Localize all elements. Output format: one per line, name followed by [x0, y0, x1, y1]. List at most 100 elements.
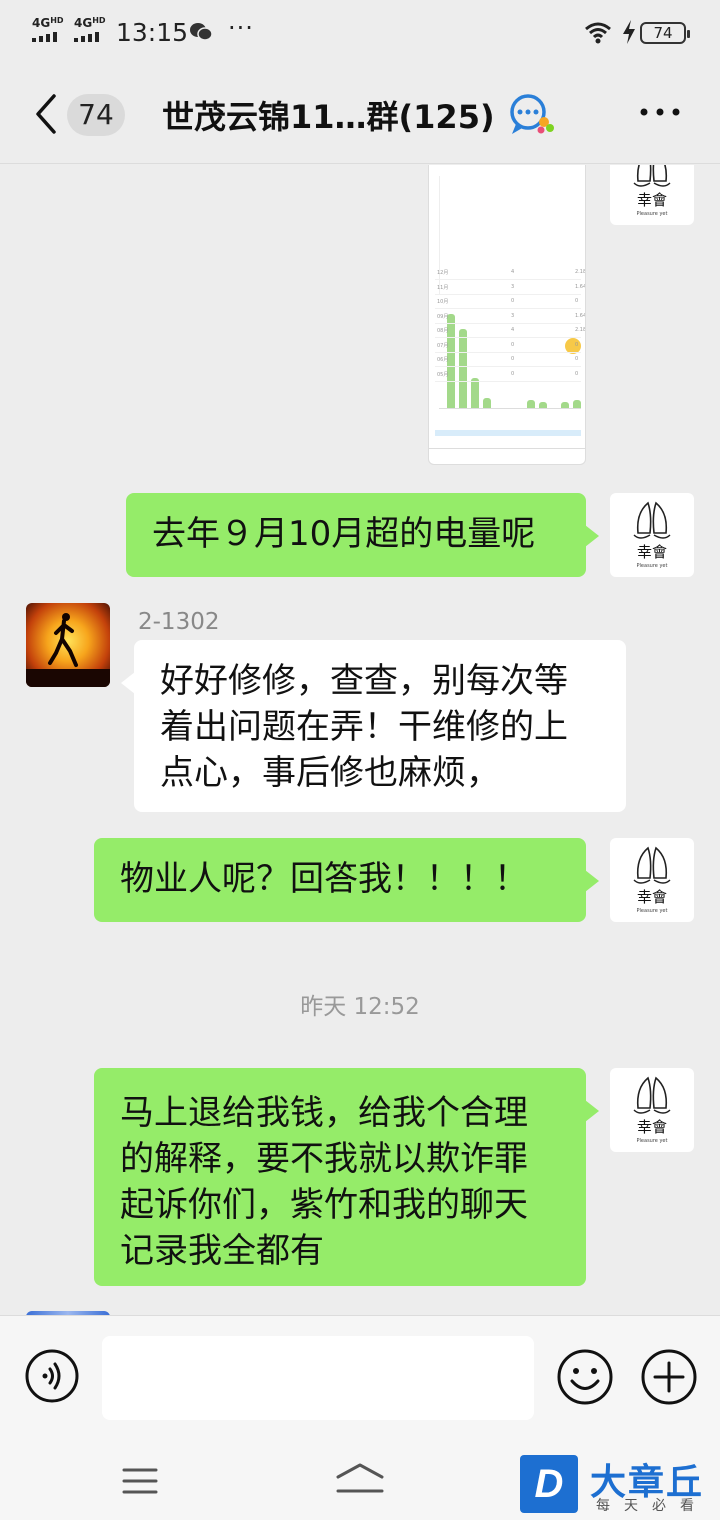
- image-table-row: 06月 0 0: [435, 353, 581, 367]
- message-bubble-self[interactable]: 去年９月10月超的电量呢: [126, 493, 599, 577]
- praying-hands-avatar-icon: 幸會 Pleasure yet: [633, 501, 671, 569]
- chat-input-bar: [0, 1315, 720, 1437]
- svg-text:Pleasure yet: Pleasure yet: [637, 563, 668, 569]
- signal-2-sup: HD: [92, 16, 106, 25]
- runner-sunset-avatar-icon: [26, 603, 110, 687]
- image-table-row: 05月 0 0: [435, 368, 581, 382]
- svg-text:幸會: 幸會: [637, 1118, 667, 1136]
- group-chat-icon[interactable]: [506, 92, 558, 138]
- self-avatar[interactable]: 幸會 Pleasure yet: [610, 493, 694, 577]
- image-table-cell: 3: [511, 283, 515, 290]
- image-table-cell: 3: [511, 312, 515, 319]
- unread-count-badge[interactable]: 74: [67, 94, 125, 136]
- system-nav-bar: D 大章丘 每天必看: [0, 1437, 720, 1520]
- message-timestamp: 昨天 12:52: [300, 994, 420, 1020]
- praying-hands-avatar-icon: 幸會 Pleasure yet: [633, 165, 671, 217]
- sender-name: 2-1302: [138, 609, 220, 635]
- signal-indicator-1: 4GHD: [32, 16, 64, 42]
- image-table-cell: 0: [511, 298, 515, 304]
- image-table-cell: 09月: [437, 313, 449, 320]
- image-chart-bar: [483, 398, 491, 408]
- praying-hands-avatar-icon: 幸會 Pleasure yet: [633, 846, 671, 914]
- watermark-logo: D 大章丘 每天必看: [520, 1455, 720, 1520]
- image-table-cell: 4: [511, 327, 515, 333]
- message-bubble-self[interactable]: 马上退给我钱，给我个合理的解释，要不我就以欺诈罪起诉你们，紫竹和我的聊天记录我全…: [94, 1068, 599, 1286]
- image-table-cell: 11月: [437, 284, 449, 291]
- plus-icon[interactable]: [640, 1348, 698, 1406]
- image-table-cell: 0: [575, 370, 579, 377]
- svg-text:Pleasure yet: Pleasure yet: [637, 1138, 668, 1144]
- more-icon[interactable]: [638, 100, 682, 124]
- signal-bars-icon: [74, 32, 104, 42]
- message-text: 马上退给我钱，给我个合理的解释，要不我就以欺诈罪起诉你们，紫竹和我的聊天记录我全…: [120, 1093, 528, 1271]
- watermark-badge: D: [520, 1455, 578, 1513]
- svg-text:幸會: 幸會: [637, 191, 667, 209]
- charging-icon: [623, 20, 635, 44]
- image-table-cell: 0: [511, 370, 515, 377]
- message-input[interactable]: [102, 1336, 534, 1420]
- home-icon[interactable]: [334, 1461, 386, 1497]
- message-text: 好好修修，查查，别每次等着出问题在弄！干维修的上点心，事后修也麻烦，: [160, 661, 568, 793]
- image-table-cell: 07月: [437, 342, 449, 349]
- image-table-row: 07月 0 0: [435, 339, 581, 353]
- image-table-cell: 0: [575, 341, 579, 348]
- image-table-cell: 0: [511, 356, 515, 362]
- battery-level: 74: [653, 24, 673, 42]
- chat-header: 74 世茂云锦11…群(125): [0, 64, 720, 164]
- image-table-cell: 05月: [437, 371, 449, 378]
- image-table-cell: 2.18: [575, 327, 586, 333]
- image-table-cell: 1.64: [575, 283, 586, 290]
- image-table-cell: 10月: [437, 299, 449, 305]
- self-avatar[interactable]: 幸會 Pleasure yet: [610, 165, 694, 225]
- image-table-row: 09月 3 1.64: [435, 310, 585, 324]
- voice-icon[interactable]: [24, 1348, 80, 1404]
- battery-icon: 74: [640, 22, 690, 44]
- chat-title: 世茂云锦11…群(125): [162, 98, 495, 136]
- signal-1-sup: HD: [50, 16, 64, 25]
- image-table-cell: 4: [511, 269, 515, 275]
- image-table-cell: 1.64: [575, 312, 586, 319]
- image-message[interactable]: 12月 4 2.18 11月 3 1.64 10月 0 0 09月 3 1.64 08月 4 2.18 07月…: [428, 165, 586, 465]
- image-table-cell: 0: [511, 341, 515, 348]
- signal-1-label: 4G: [32, 16, 51, 30]
- praying-hands-avatar-icon: 幸會 Pleasure yet: [633, 1076, 671, 1144]
- watermark-subtitle: 每天必看: [596, 1498, 708, 1514]
- message-bubble-other[interactable]: 好好修修，查查，别每次等着出问题在弄！干维修的上点心，事后修也麻烦，: [121, 640, 626, 812]
- image-table-cell: 06月: [437, 357, 449, 363]
- image-link-line: [435, 430, 581, 436]
- image-table-row: 12月 4 2.18: [435, 266, 585, 280]
- image-chart-bar: [573, 400, 581, 408]
- other-avatar[interactable]: [26, 603, 110, 687]
- self-avatar[interactable]: 幸會 Pleasure yet: [610, 838, 694, 922]
- image-table-cell: 0: [575, 298, 579, 304]
- signal-bars-icon: [32, 32, 62, 42]
- image-table-cell: 12月: [437, 270, 449, 276]
- image-table-cell: 08月: [437, 328, 449, 334]
- message-text: 去年９月10月超的电量呢: [152, 514, 536, 554]
- status-time: 13:15: [116, 18, 189, 47]
- wifi-icon: [585, 22, 611, 44]
- message-bubble-self[interactable]: 物业人呢？回答我！！！！: [94, 838, 599, 922]
- svg-text:Pleasure yet: Pleasure yet: [637, 908, 668, 914]
- status-more-dots: ···: [228, 14, 254, 42]
- svg-text:幸會: 幸會: [637, 888, 667, 906]
- image-table-cell: 0: [575, 356, 579, 362]
- signal-indicator-2: 4GHD: [74, 16, 106, 42]
- self-avatar[interactable]: 幸會 Pleasure yet: [610, 1068, 694, 1152]
- chat-message-list[interactable]: 12月 4 2.18 11月 3 1.64 10月 0 0 09月 3 1.64 08月 4 2.18 07月…: [0, 165, 720, 1315]
- image-table-row: 11月 3 1.64: [435, 281, 585, 295]
- message-text: 物业人呢？回答我！！！！: [120, 859, 528, 899]
- back-icon[interactable]: [30, 92, 60, 136]
- image-chart-bar: [527, 400, 535, 408]
- image-table-cell: 2.18: [575, 269, 586, 275]
- menu-icon[interactable]: [122, 1467, 158, 1495]
- signal-2-label: 4G: [74, 16, 93, 30]
- emoji-icon[interactable]: [556, 1348, 614, 1406]
- image-chart-bar: [471, 378, 479, 408]
- wechat-notification-icon: [190, 23, 212, 41]
- svg-text:幸會: 幸會: [637, 543, 667, 561]
- svg-text:Pleasure yet: Pleasure yet: [637, 211, 668, 217]
- image-table-row: 10月 0 0: [435, 295, 581, 309]
- status-bar: 4GHD 4GHD 13:15 ··· 74: [0, 0, 720, 64]
- image-table-row: 08月 4 2.18: [435, 324, 585, 338]
